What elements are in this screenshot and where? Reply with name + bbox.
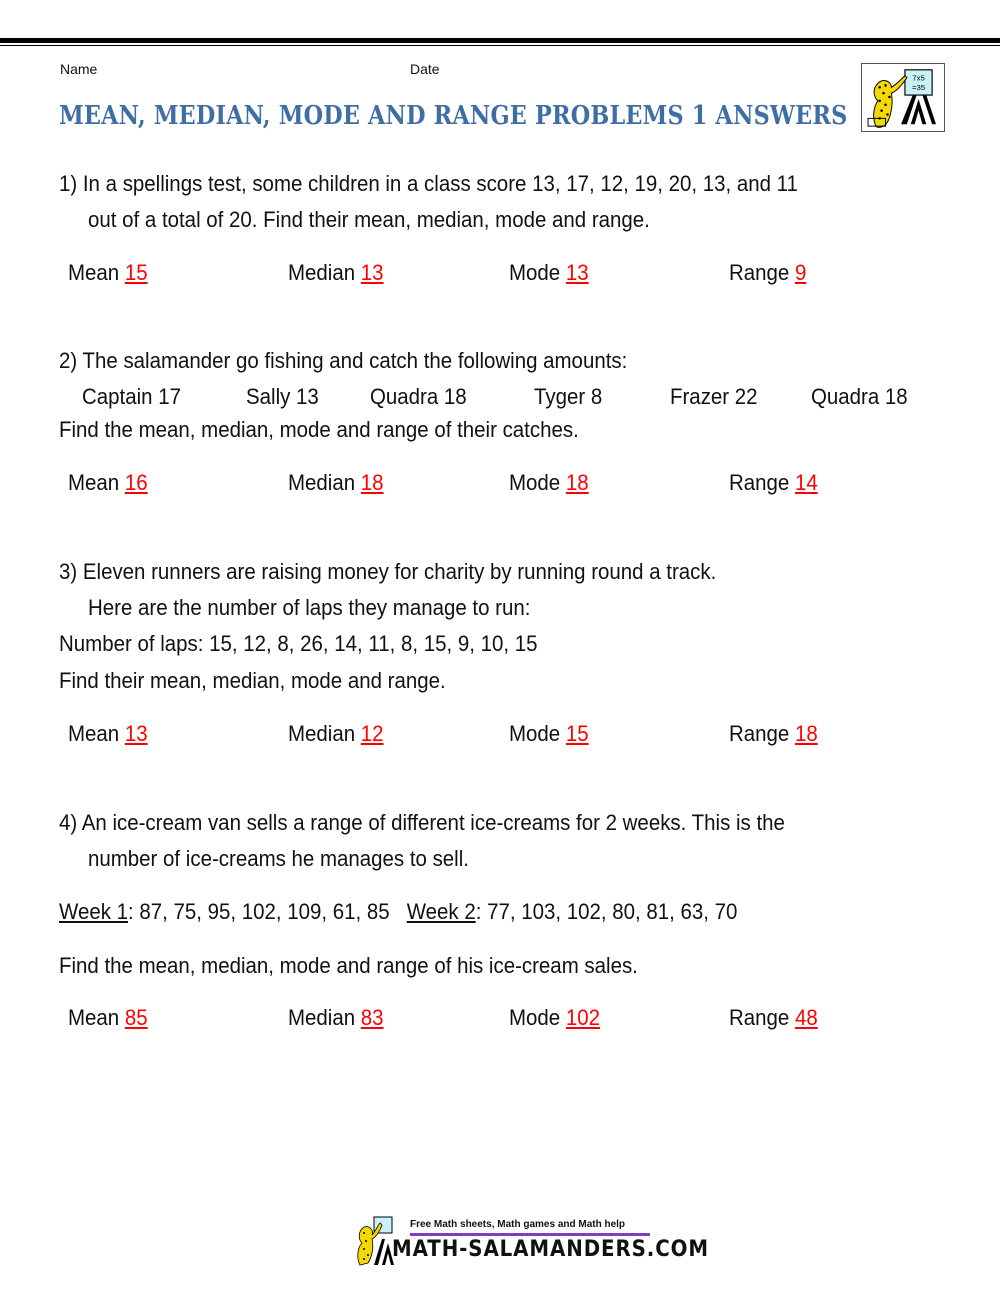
median-answer: Median 83 bbox=[288, 1005, 384, 1031]
problem-3-text-line-4: Find their mean, median, mode and range. bbox=[59, 668, 446, 693]
problem-3-laps: Number of laps: 15, 12, 8, 26, 14, 11, 8… bbox=[59, 631, 538, 656]
mode-label: Mode bbox=[509, 470, 561, 495]
problem-1-text-line-1: 1) In a spellings test, some children in… bbox=[59, 171, 798, 196]
problem-1-text-line-2: out of a total of 20. Find their mean, m… bbox=[88, 207, 650, 232]
catch-item: Quadra 18 bbox=[370, 384, 467, 409]
range-value: 14 bbox=[795, 470, 818, 495]
range-value: 18 bbox=[795, 721, 818, 746]
problem-3-text-line-2: Here are the number of laps they manage … bbox=[88, 595, 531, 620]
mean-label: Mean bbox=[68, 260, 120, 285]
date-label: Date bbox=[410, 61, 440, 77]
footer-rule bbox=[410, 1233, 650, 1236]
problem-3-text-line-1: 3) Eleven runners are raising money for … bbox=[59, 559, 717, 584]
range-answer: Range 18 bbox=[729, 721, 818, 747]
problem-4-answers: Mean 85 Median 83 Mode 102 Range 48 bbox=[68, 1005, 948, 1035]
footer-logo[interactable]: Free Math sheets, Math games and Math he… bbox=[352, 1215, 708, 1267]
range-value: 48 bbox=[795, 1005, 818, 1030]
footer-salamander-icon bbox=[357, 1216, 394, 1266]
mean-answer: Mean 85 bbox=[68, 1005, 148, 1031]
catch-item: Tyger 8 bbox=[534, 384, 603, 409]
problem-4-text-line-1: 4) An ice-cream van sells a range of dif… bbox=[59, 810, 785, 835]
mean-label: Mean bbox=[68, 470, 120, 495]
problem-4-text-line-3: Find the mean, median, mode and range of… bbox=[59, 953, 638, 978]
median-answer: Median 13 bbox=[288, 260, 384, 286]
mean-value: 13 bbox=[124, 721, 148, 746]
problem-2-text-line-2: Find the mean, median, mode and range of… bbox=[59, 417, 579, 442]
mode-label: Mode bbox=[509, 721, 561, 746]
problem-4-weeks: Week 1: 87, 75, 95, 102, 109, 61, 85 Wee… bbox=[59, 899, 737, 925]
median-label: Median bbox=[288, 470, 356, 495]
range-label: Range bbox=[729, 1005, 790, 1030]
median-label: Median bbox=[288, 1005, 356, 1030]
median-answer: Median 18 bbox=[288, 470, 384, 496]
week-1-values: : 87, 75, 95, 102, 109, 61, 85 bbox=[127, 899, 390, 924]
mean-label: Mean bbox=[68, 721, 120, 746]
logo-board-line-1: 7x5 bbox=[912, 74, 925, 83]
top-border-thin bbox=[0, 45, 1000, 46]
problem-1-answers: Mean 15 Median 13 Mode 13 Range 9 bbox=[68, 260, 948, 290]
top-border-thick bbox=[0, 38, 1000, 43]
week-2-values: : 77, 103, 102, 80, 81, 63, 70 bbox=[475, 899, 738, 924]
footer-site-name: MATH-SALAMANDERS.COM bbox=[392, 1237, 709, 1262]
range-label: Range bbox=[729, 470, 790, 495]
median-value: 83 bbox=[360, 1005, 384, 1030]
median-value: 13 bbox=[360, 260, 384, 285]
problem-2-catches: Captain 17 Sally 13 Quadra 18 Tyger 8 Fr… bbox=[0, 384, 1000, 412]
mode-label: Mode bbox=[509, 260, 561, 285]
median-label: Median bbox=[288, 721, 356, 746]
mode-value: 13 bbox=[565, 260, 589, 285]
catch-item: Captain 17 bbox=[82, 384, 181, 409]
mode-value: 102 bbox=[565, 1005, 601, 1030]
catch-item: Sally 13 bbox=[246, 384, 319, 409]
range-label: Range bbox=[729, 721, 790, 746]
mean-answer: Mean 15 bbox=[68, 260, 148, 286]
week-2-label: Week 2 bbox=[406, 899, 476, 924]
mode-answer: Mode 15 bbox=[509, 721, 589, 747]
problem-2-answers: Mean 16 Median 18 Mode 18 Range 14 bbox=[68, 470, 948, 500]
problem-2-text-line-1: 2) The salamander go fishing and catch t… bbox=[59, 348, 628, 373]
mode-answer: Mode 13 bbox=[509, 260, 589, 286]
median-value: 12 bbox=[360, 721, 384, 746]
mean-answer: Mean 16 bbox=[68, 470, 148, 496]
mean-value: 85 bbox=[124, 1005, 148, 1030]
mean-label: Mean bbox=[68, 1005, 120, 1030]
range-label: Range bbox=[729, 260, 790, 285]
median-value: 18 bbox=[360, 470, 384, 495]
range-answer: Range 48 bbox=[729, 1005, 818, 1031]
mean-value: 16 bbox=[124, 470, 148, 495]
catch-item: Quadra 18 bbox=[811, 384, 908, 409]
mean-value: 15 bbox=[124, 260, 148, 285]
salamander-logo-graphic: 7x5 =35 bbox=[867, 69, 937, 128]
problem-3-answers: Mean 13 Median 12 Mode 15 Range 18 bbox=[68, 721, 948, 751]
mode-answer: Mode 102 bbox=[509, 1005, 600, 1031]
mode-value: 18 bbox=[565, 470, 589, 495]
range-answer: Range 9 bbox=[729, 260, 806, 286]
mode-label: Mode bbox=[509, 1005, 561, 1030]
catch-item: Frazer 22 bbox=[670, 384, 758, 409]
mean-answer: Mean 13 bbox=[68, 721, 148, 747]
mode-answer: Mode 18 bbox=[509, 470, 589, 496]
median-label: Median bbox=[288, 260, 356, 285]
median-answer: Median 12 bbox=[288, 721, 384, 747]
worksheet-title: MEAN, MEDIAN, MODE AND RANGE PROBLEMS 1 … bbox=[59, 101, 848, 131]
footer-tagline: Free Math sheets, Math games and Math he… bbox=[410, 1219, 626, 1230]
range-value: 9 bbox=[795, 260, 807, 285]
range-answer: Range 14 bbox=[729, 470, 818, 496]
logo-board-line-2: =35 bbox=[912, 83, 925, 92]
mode-value: 15 bbox=[565, 721, 589, 746]
name-label: Name bbox=[60, 61, 98, 77]
week-1-label: Week 1 bbox=[59, 899, 128, 924]
salamander-teacher-logo-icon: 7x5 =35 bbox=[861, 63, 945, 132]
problem-4-text-line-2: number of ice-creams he manages to sell. bbox=[88, 846, 469, 871]
